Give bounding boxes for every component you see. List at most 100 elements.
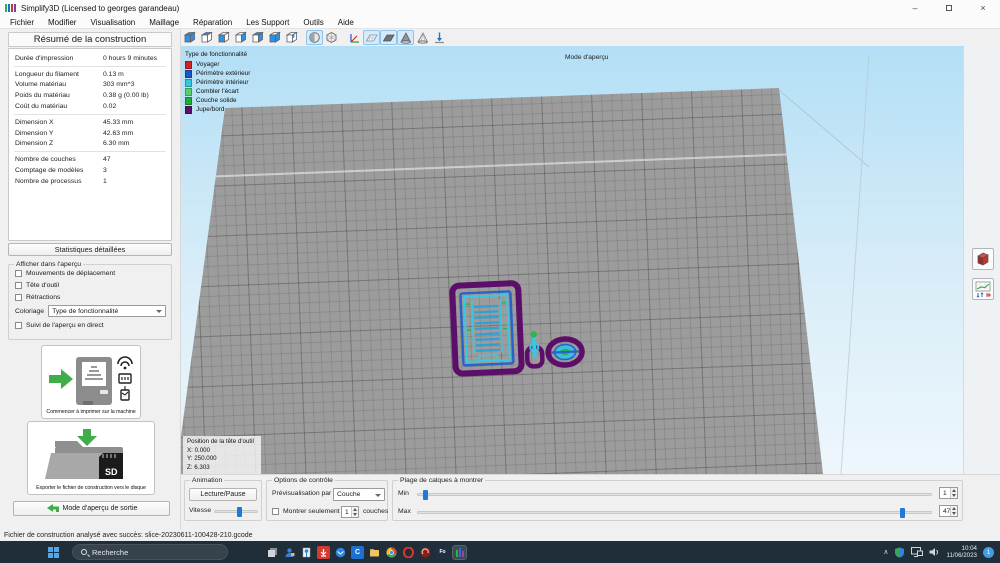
tray-volume-icon[interactable] [929,547,940,557]
task-commander-app-icon[interactable]: C [351,545,364,559]
preview-by-select[interactable]: Couche [333,488,385,501]
drop-to-bed-icon[interactable] [431,30,448,45]
live-preview-checkbox[interactable] [15,322,22,329]
legend-chip [185,78,192,87]
show-grid-icon[interactable] [363,30,380,45]
view-iso-cube-icon[interactable] [283,30,300,45]
view-left-cube-icon[interactable] [215,30,232,45]
titlebar: Simplify3D (Licensed to georges garandea… [0,0,1000,16]
max-layer-slider-handle[interactable] [900,508,906,518]
spinner-down-button[interactable] [951,511,957,516]
stat-row: Nombre de processus 1 [15,177,107,185]
menu-maillage[interactable]: Maillage [142,18,186,27]
chevron-down-icon [375,493,381,497]
build-volume-lines [181,55,870,474]
tray-expand-icon[interactable]: ∧ [883,548,888,556]
feature-type-legend: Type de fonctionnalité Voyager Périmètre… [185,51,251,114]
print-to-machine-button[interactable]: Commencer à imprimer sur la machine [41,345,141,419]
min-layer-spinner[interactable]: 1 [939,487,958,499]
coloring-select[interactable]: Type de fonctionnalité [48,305,167,317]
max-layer-spinner[interactable]: 47 [939,505,958,517]
stat-row: Dimension Z 6.30 mm [15,140,130,148]
task-chrome-icon[interactable] [385,546,398,559]
speed-slider[interactable] [214,507,258,517]
system-tray: ∧ 10:04 11/06/2023 1 [883,541,994,563]
show-only-spinner[interactable]: 1 [341,506,359,518]
spinner-down-button[interactable] [951,493,957,498]
menu-les-support[interactable]: Les Support [239,18,296,27]
min-layer-slider[interactable] [417,490,932,500]
view-top-cube-icon[interactable] [249,30,266,45]
machine-control-panel-button[interactable] [972,278,994,300]
task-simplify3d-icon[interactable] [452,544,467,560]
cross-section-view-icon[interactable] [306,30,323,45]
toolhead-checkbox[interactable] [15,282,22,289]
task-anydesk-icon[interactable] [419,546,432,559]
task-window-stack-icon[interactable] [266,546,279,559]
gcode-preview-model [449,280,585,377]
legend-chip [185,96,192,105]
detailed-stats-button[interactable]: Statistiques détaillées [8,243,172,256]
printer-icon [49,356,133,405]
spinner-down-button[interactable] [352,512,358,517]
minimize-button[interactable]: – [898,0,932,16]
exit-preview-mode-button[interactable]: Mode d'aperçu de sortie [13,501,170,516]
max-layer-slider[interactable] [417,508,932,518]
show-build-plate-icon[interactable] [380,30,397,45]
chart-arrows-icon [975,281,991,298]
task-file-explorer-icon[interactable] [368,546,381,559]
task-red-app-icon[interactable] [317,545,330,559]
taskbar-search[interactable]: Recherche [72,544,228,560]
menu-reparation[interactable]: Réparation [186,18,239,27]
solid-render-icon[interactable] [397,30,414,45]
export-to-disk-button[interactable]: SD Exporter le fichier de construction v… [27,421,155,495]
task-opera-icon[interactable] [402,546,415,559]
task-fo-app-icon[interactable]: Fo [436,545,449,559]
stat-row: Coût du matériau 0.02 [15,103,117,111]
back-arrow-icon [46,504,59,512]
tray-display-icon[interactable] [911,547,924,557]
menu-outils[interactable]: Outils [296,18,330,27]
wireframe-render-icon[interactable] [414,30,431,45]
menu-fichier[interactable]: Fichier [3,18,41,27]
retractions-checkbox[interactable] [15,294,22,301]
stat-row: Volume matériau 303 mm^3 [15,81,135,89]
menu-aide[interactable]: Aide [331,18,361,27]
stat-row: Poids du matériau 0.38 g (0.00 lb) [15,92,149,100]
stat-row: Longueur du filament 0.13 m [15,70,124,78]
clock[interactable]: 10:04 11/06/2023 [946,545,977,559]
search-icon [81,549,87,555]
close-button[interactable]: × [966,0,1000,16]
view-front-cube-icon[interactable] [181,30,198,45]
min-layer-slider-handle[interactable] [423,490,429,500]
task-remote-app-icon[interactable] [283,546,296,559]
maximize-button[interactable] [932,0,966,16]
stat-row: Dimension Y 42.63 mm [15,129,134,137]
task-notes-app-icon[interactable] [300,546,313,559]
view-bottom-cube-icon[interactable] [266,30,283,45]
play-pause-button[interactable]: Lecture/Pause [189,488,257,501]
perspective-view-icon[interactable] [323,30,340,45]
task-mail-app-icon[interactable] [334,546,347,559]
simplify3d-logo-icon [5,4,16,12]
stat-row: Durée d'impression 0 hours 9 minutes [15,54,158,62]
travel-moves-checkbox[interactable] [15,270,22,277]
view-back-cube-icon[interactable] [198,30,215,45]
show-only-checkbox[interactable] [272,508,279,515]
simplify3d-bars-icon [455,547,464,557]
control-options-group: Options de contrôle Prévisualisation par… [266,477,388,521]
view-right-cube-icon[interactable] [232,30,249,45]
windows-taskbar: Recherche C Fo ∧ 10:04 11/06/2023 1 [0,541,1000,563]
menu-modifier[interactable]: Modifier [41,18,83,27]
right-tool-strip [963,46,1000,474]
red-cube-icon [977,252,989,266]
viewport-3d[interactable]: Type de fonctionnalité Voyager Périmètre… [181,46,963,474]
speed-slider-handle[interactable] [236,507,242,517]
tray-shield-icon[interactable] [894,547,905,558]
cross-section-tool-button[interactable] [972,248,994,270]
start-button[interactable] [44,543,62,561]
menu-visualisation[interactable]: Visualisation [83,18,142,27]
axis-indicator-icon[interactable] [346,30,363,45]
notification-badge[interactable]: 1 [983,546,994,558]
stat-row: Nombre de couches 47 [15,156,111,164]
